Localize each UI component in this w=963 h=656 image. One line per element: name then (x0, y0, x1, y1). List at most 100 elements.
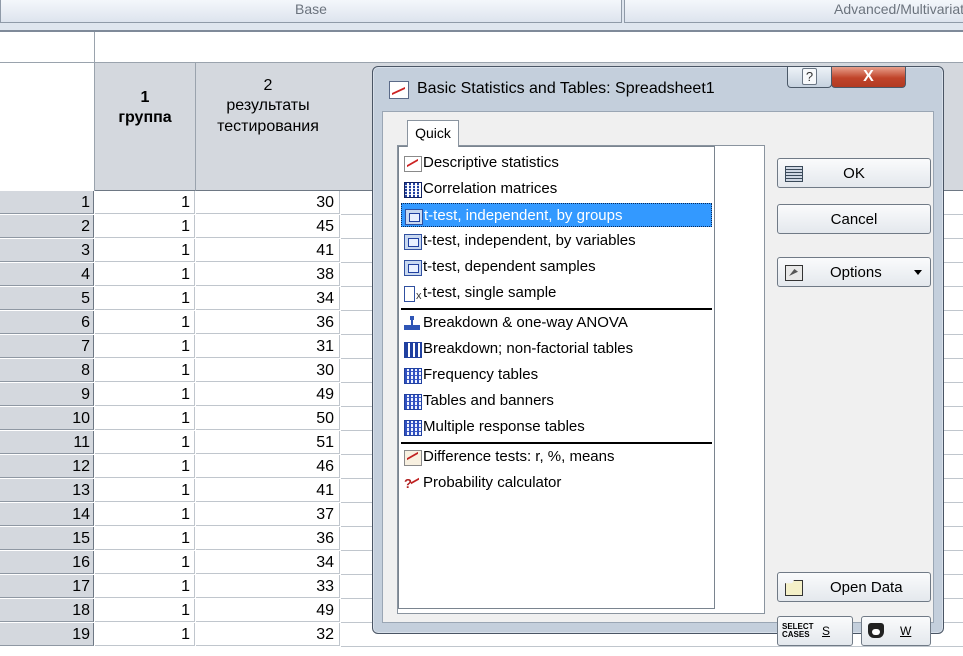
cancel-label: Cancel (830, 211, 878, 228)
tab-quick[interactable]: Quick (407, 120, 459, 147)
table-cell[interactable]: 1 (95, 215, 195, 238)
list-separator (401, 442, 712, 444)
list-item[interactable]: Descriptive statistics (401, 151, 712, 175)
list-item[interactable]: Breakdown & one-way ANOVA (401, 311, 712, 335)
close-button[interactable]: X (831, 67, 906, 88)
table-cell[interactable]: 1 (95, 191, 195, 214)
row-header[interactable]: 15 (0, 527, 94, 550)
table-cell[interactable]: 33 (196, 575, 340, 598)
table-cell[interactable]: 1 (95, 527, 195, 550)
table-cell[interactable]: 34 (196, 287, 340, 310)
row-header[interactable]: 8 (0, 359, 94, 382)
list-item[interactable]: t-test, independent, by variables (401, 229, 712, 253)
cancel-button[interactable]: Cancel (777, 204, 931, 234)
list-item-label: t-test, single sample (423, 284, 557, 301)
list-item[interactable]: Difference tests: r, %, means (401, 445, 712, 469)
table-cell[interactable]: 36 (196, 311, 340, 334)
list-item[interactable]: Breakdown; non-factorial tables (401, 337, 712, 361)
difference-icon (404, 450, 422, 466)
table-cell[interactable]: 1 (95, 263, 195, 286)
select-cases-button[interactable]: SELECT CASES S (777, 616, 853, 646)
list-item[interactable]: t-test, dependent samples (401, 255, 712, 279)
dialog-title: Basic Statistics and Tables: Spreadsheet… (417, 80, 715, 97)
row-header[interactable]: 12 (0, 455, 94, 478)
row-header[interactable]: 3 (0, 239, 94, 262)
breakdown-icon (404, 316, 420, 330)
weight-button[interactable]: W (861, 616, 931, 646)
t-test-icon (404, 234, 422, 250)
table-cell[interactable]: 1 (95, 623, 195, 646)
row-header[interactable]: 4 (0, 263, 94, 286)
table-cell[interactable]: 30 (196, 359, 340, 382)
table-cell[interactable]: 1 (95, 239, 195, 262)
table-cell[interactable]: 1 (95, 383, 195, 406)
list-item-label: Frequency tables (423, 366, 539, 383)
row-header[interactable]: 16 (0, 551, 94, 574)
table-cell[interactable]: 41 (196, 479, 340, 502)
column-name: группа (118, 109, 172, 126)
table-cell[interactable]: 51 (196, 431, 340, 454)
open-folder-icon (785, 580, 803, 596)
list-item[interactable]: Tables and banners (401, 389, 712, 413)
list-item-label: Probability calculator (423, 474, 562, 491)
table-cell[interactable]: 1 (95, 575, 195, 598)
list-item[interactable]: t-test, independent, by groups (401, 203, 712, 227)
ribbon-tab-advanced[interactable]: Advanced/Multivariat (624, 0, 963, 23)
ok-button[interactable]: OK (777, 158, 931, 188)
table-cell[interactable]: 38 (196, 263, 340, 286)
row-header[interactable]: 7 (0, 335, 94, 358)
table-cell[interactable]: 1 (95, 359, 195, 382)
help-button[interactable]: ? (787, 67, 832, 88)
table-cell[interactable]: 37 (196, 503, 340, 526)
row-header[interactable]: 11 (0, 431, 94, 454)
row-header[interactable]: 17 (0, 575, 94, 598)
column-header-2[interactable]: 2 результаты тестирования (196, 63, 341, 191)
table-cell[interactable]: 1 (95, 503, 195, 526)
row-header[interactable]: 18 (0, 599, 94, 622)
table-cell[interactable]: 1 (95, 455, 195, 478)
table-cell[interactable]: 34 (196, 551, 340, 574)
row-header[interactable]: 13 (0, 479, 94, 502)
table-cell[interactable]: 32 (196, 623, 340, 646)
table-cell[interactable]: 50 (196, 407, 340, 430)
table-cell[interactable]: 49 (196, 383, 340, 406)
open-data-label: Open Data (830, 579, 903, 596)
table-cell[interactable]: 1 (95, 287, 195, 310)
list-item[interactable]: Correlation matrices (401, 177, 712, 201)
column-name-line: результаты (226, 97, 310, 114)
table-cell[interactable]: 36 (196, 527, 340, 550)
table-cell[interactable]: 1 (95, 431, 195, 454)
list-item[interactable]: Frequency tables (401, 363, 712, 387)
table-cell[interactable]: 1 (95, 311, 195, 334)
table-cell[interactable]: 30 (196, 191, 340, 214)
row-header[interactable]: 10 (0, 407, 94, 430)
row-header[interactable]: 2 (0, 215, 94, 238)
table-cell[interactable]: 49 (196, 599, 340, 622)
table-cell[interactable]: 1 (95, 551, 195, 574)
row-header[interactable]: 9 (0, 383, 94, 406)
open-data-button[interactable]: Open Data (777, 572, 931, 602)
table-cell[interactable]: 1 (95, 599, 195, 622)
header-corner[interactable] (0, 63, 95, 191)
list-item[interactable]: Probability calculator (401, 471, 712, 496)
table-cell[interactable]: 46 (196, 455, 340, 478)
row-header[interactable]: 14 (0, 503, 94, 526)
table-cell[interactable]: 45 (196, 215, 340, 238)
table-cell[interactable]: 1 (95, 335, 195, 358)
table-cell[interactable]: 41 (196, 239, 340, 262)
list-item[interactable]: Multiple response tables (401, 415, 712, 439)
column-header-1[interactable]: 1 группа (95, 63, 196, 191)
table-cell[interactable]: 1 (95, 407, 195, 430)
options-button[interactable]: Options (777, 257, 931, 287)
row-header[interactable]: 6 (0, 311, 94, 334)
spreadsheet-blank-row (0, 32, 963, 63)
ribbon: Base Advanced/Multivariat (0, 0, 963, 30)
row-header[interactable]: 1 (0, 191, 94, 214)
table-cell[interactable]: 31 (196, 335, 340, 358)
list-item[interactable]: t-test, single sample (401, 281, 712, 308)
row-header[interactable]: 5 (0, 287, 94, 310)
column-name-line: тестирования (217, 118, 319, 135)
ribbon-tab-base[interactable]: Base (0, 0, 622, 23)
table-cell[interactable]: 1 (95, 479, 195, 502)
row-header[interactable]: 19 (0, 623, 94, 646)
